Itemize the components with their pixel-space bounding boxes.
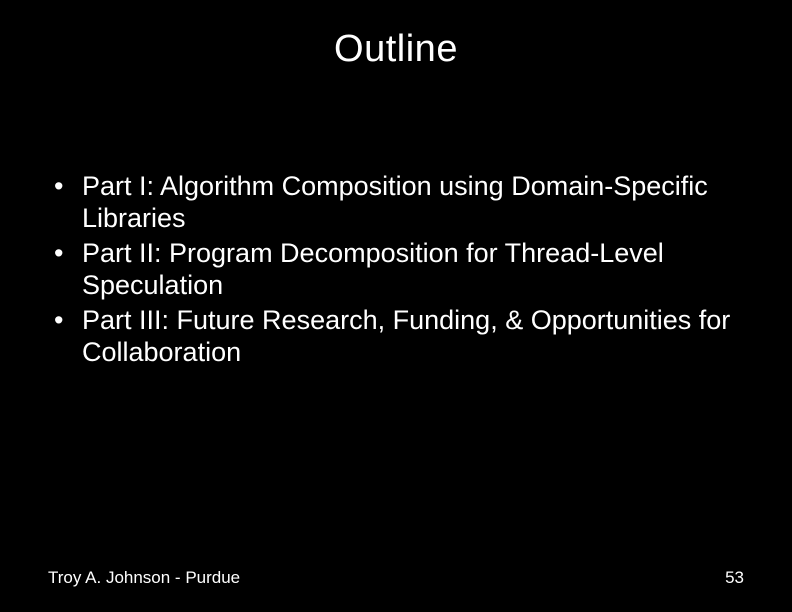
slide-body: Part I: Algorithm Composition using Doma… xyxy=(48,170,744,370)
slide-footer: Troy A. Johnson - Purdue 53 xyxy=(48,568,744,588)
slide: Outline Part I: Algorithm Composition us… xyxy=(0,0,792,612)
footer-page-number: 53 xyxy=(725,568,744,588)
bullet-item: Part II: Program Decomposition for Threa… xyxy=(48,237,744,302)
footer-author: Troy A. Johnson - Purdue xyxy=(48,568,240,588)
bullet-list: Part I: Algorithm Composition using Doma… xyxy=(48,170,744,368)
bullet-item: Part I: Algorithm Composition using Doma… xyxy=(48,170,744,235)
slide-title: Outline xyxy=(0,0,792,71)
bullet-item: Part III: Future Research, Funding, & Op… xyxy=(48,304,744,369)
